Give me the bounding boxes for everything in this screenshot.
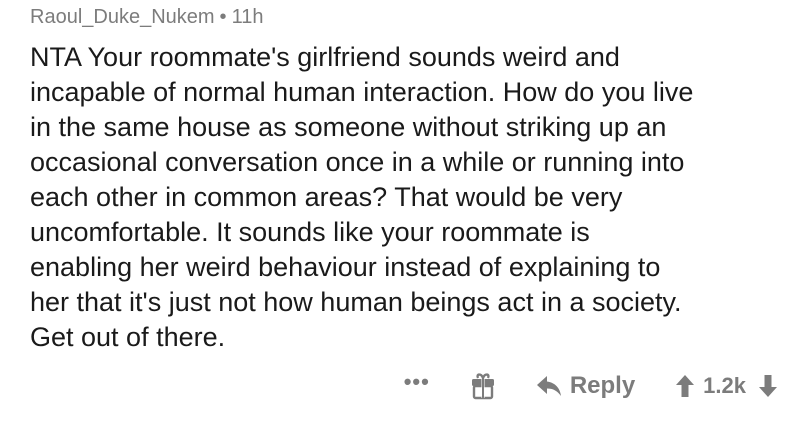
award-button[interactable]: [470, 372, 496, 400]
meta-separator: •: [219, 6, 227, 28]
author-name[interactable]: Raoul_Duke_Nukem: [30, 6, 215, 28]
reply-label: Reply: [569, 372, 636, 399]
reply-arrow-icon: [536, 376, 561, 396]
comment-header: Raoul_Duke_Nukem • 11h: [30, 4, 263, 30]
comment-age: 11h: [231, 6, 264, 28]
vote-controls: 1.2k: [675, 373, 778, 399]
vote-score: 1.2k: [703, 373, 746, 398]
comment-actions: ••• Reply 1.2k: [404, 366, 778, 406]
comment-body: NTA Your roommate's girlfriend sounds we…: [30, 42, 694, 352]
more-options-button[interactable]: •••: [404, 371, 430, 393]
downvote-arrow-icon[interactable]: [758, 374, 778, 398]
comment: Raoul_Duke_Nukem • 11h NTA Your roommate's…: [0, 0, 800, 421]
gift-icon: [471, 373, 494, 400]
upvote-arrow-icon[interactable]: [675, 374, 695, 398]
reply-button[interactable]: Reply: [536, 372, 635, 400]
